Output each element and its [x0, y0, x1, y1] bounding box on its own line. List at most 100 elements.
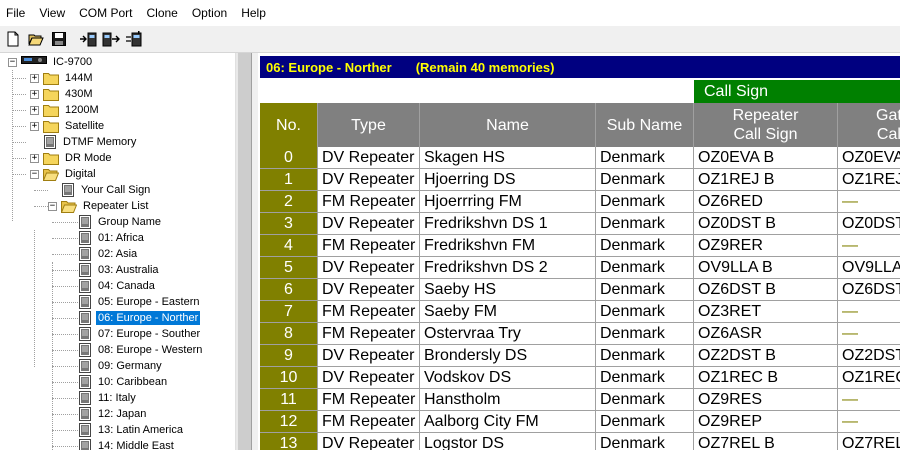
- cell-sub[interactable]: Denmark: [596, 323, 694, 345]
- cell-name[interactable]: Hanstholm: [420, 389, 596, 411]
- cell-name[interactable]: Fredrikshvn DS 2: [420, 257, 596, 279]
- row-number-cell[interactable]: 10: [260, 367, 318, 389]
- cell-sub[interactable]: Denmark: [596, 411, 694, 433]
- cell-sub[interactable]: Denmark: [596, 345, 694, 367]
- cell-type[interactable]: FM Repeater: [318, 411, 420, 433]
- new-file-button[interactable]: [2, 28, 24, 50]
- cell-sub[interactable]: Denmark: [596, 235, 694, 257]
- cell-rpt[interactable]: OZ0DST B: [694, 213, 838, 235]
- tree-item[interactable]: − Digital: [30, 166, 98, 182]
- cell-type[interactable]: DV Repeater: [318, 213, 420, 235]
- collapse-icon[interactable]: −: [30, 169, 39, 179]
- cell-type[interactable]: DV Repeater: [318, 279, 420, 301]
- column-header-gw[interactable]: Gat Cal: [838, 103, 900, 147]
- row-number-cell[interactable]: 4: [260, 235, 318, 257]
- cell-type[interactable]: DV Repeater: [318, 367, 420, 389]
- cell-name[interactable]: Saeby FM: [420, 301, 596, 323]
- tree-item[interactable]: 08: Europe - Western: [78, 342, 204, 358]
- cell-gw[interactable]: OZ0DST: [838, 213, 900, 235]
- cell-gw[interactable]: OZ1REJ: [838, 169, 900, 191]
- cell-gw[interactable]: OZ7REL: [838, 433, 900, 450]
- save-button[interactable]: [48, 28, 70, 50]
- cell-type[interactable]: FM Repeater: [318, 389, 420, 411]
- cell-type[interactable]: DV Repeater: [318, 147, 420, 169]
- cell-sub[interactable]: Denmark: [596, 367, 694, 389]
- cell-sub[interactable]: Denmark: [596, 301, 694, 323]
- tree-item[interactable]: 11: Italy: [78, 390, 138, 406]
- row-number-cell[interactable]: 5: [260, 257, 318, 279]
- cell-type[interactable]: FM Repeater: [318, 301, 420, 323]
- cell-rpt[interactable]: OZ6RED: [694, 191, 838, 213]
- tree-item[interactable]: Group Name: [78, 214, 163, 230]
- tree-item[interactable]: +144M: [30, 70, 95, 86]
- cell-name[interactable]: Ostervraa Try: [420, 323, 596, 345]
- tree-item[interactable]: + DR Mode: [30, 150, 113, 166]
- cell-sub[interactable]: Denmark: [596, 213, 694, 235]
- cell-gw[interactable]: —: [838, 389, 900, 411]
- tree-item[interactable]: Your Call Sign: [48, 182, 152, 198]
- cell-gw[interactable]: —: [838, 235, 900, 257]
- cell-sub[interactable]: Denmark: [596, 279, 694, 301]
- cell-sub[interactable]: Denmark: [596, 169, 694, 191]
- cell-name[interactable]: Saeby HS: [420, 279, 596, 301]
- expand-icon[interactable]: +: [30, 89, 39, 99]
- cell-rpt[interactable]: OZ9REP: [694, 411, 838, 433]
- row-number-cell[interactable]: 2: [260, 191, 318, 213]
- cell-type[interactable]: FM Repeater: [318, 323, 420, 345]
- menu-file[interactable]: File: [0, 0, 32, 26]
- cell-type[interactable]: FM Repeater: [318, 235, 420, 257]
- tree-item[interactable]: 02: Asia: [78, 246, 139, 262]
- column-header-no[interactable]: No.: [260, 103, 318, 147]
- column-header-rpt[interactable]: Repeater Call Sign: [694, 103, 838, 147]
- repeater-grid[interactable]: Call Sign No. Type Name Sub Name Repeater Cal…: [260, 78, 900, 450]
- tree-item[interactable]: 01: Africa: [78, 230, 146, 246]
- cell-rpt[interactable]: OZ0EVA B: [694, 147, 838, 169]
- tree-item[interactable]: − Repeater List: [48, 198, 150, 214]
- tree-item[interactable]: +430M: [30, 86, 95, 102]
- collapse-icon[interactable]: −: [48, 201, 57, 211]
- collapse-icon[interactable]: −: [8, 57, 17, 67]
- cell-rpt[interactable]: OZ1REC B: [694, 367, 838, 389]
- tree-item[interactable]: 07: Europe - Souther: [78, 326, 202, 342]
- expand-icon[interactable]: +: [30, 73, 39, 83]
- tree-item[interactable]: 13: Latin America: [78, 422, 185, 438]
- cell-gw[interactable]: OZ1REC: [838, 367, 900, 389]
- tree-item[interactable]: − IC-9700: [8, 54, 94, 70]
- cell-gw[interactable]: —: [838, 323, 900, 345]
- expand-icon[interactable]: +: [30, 153, 39, 163]
- tree-item[interactable]: +1200M: [30, 102, 101, 118]
- cell-rpt[interactable]: OZ6DST B: [694, 279, 838, 301]
- cell-sub[interactable]: Denmark: [596, 147, 694, 169]
- tree-item[interactable]: 06: Europe - Norther: [78, 310, 202, 326]
- row-number-cell[interactable]: 9: [260, 345, 318, 367]
- cell-rpt[interactable]: OZ9RER: [694, 235, 838, 257]
- tree-item[interactable]: 03: Australia: [78, 262, 161, 278]
- expand-icon[interactable]: +: [30, 121, 39, 131]
- cell-rpt[interactable]: OZ6ASR: [694, 323, 838, 345]
- cell-type[interactable]: FM Repeater: [318, 191, 420, 213]
- menu-help[interactable]: Help: [234, 0, 273, 26]
- cell-gw[interactable]: OV9LLA: [838, 257, 900, 279]
- menu-com-port[interactable]: COM Port: [72, 0, 139, 26]
- cell-name[interactable]: Skagen HS: [420, 147, 596, 169]
- cell-type[interactable]: DV Repeater: [318, 433, 420, 450]
- cell-gw[interactable]: —: [838, 191, 900, 213]
- write-to-radio-button[interactable]: [100, 28, 122, 50]
- menu-option[interactable]: Option: [185, 0, 234, 26]
- cell-gw[interactable]: —: [838, 301, 900, 323]
- expand-icon[interactable]: +: [30, 105, 39, 115]
- cell-rpt[interactable]: OZ3RET: [694, 301, 838, 323]
- tree-item[interactable]: + Satellite: [30, 118, 106, 134]
- tree-item[interactable]: 10: Caribbean: [78, 374, 169, 390]
- cell-name[interactable]: Fredrikshvn DS 1: [420, 213, 596, 235]
- cell-rpt[interactable]: OZ9RES: [694, 389, 838, 411]
- cell-rpt[interactable]: OZ7REL B: [694, 433, 838, 450]
- cell-type[interactable]: DV Repeater: [318, 257, 420, 279]
- cell-name[interactable]: Fredrikshvn FM: [420, 235, 596, 257]
- cell-name[interactable]: Hjoerrring FM: [420, 191, 596, 213]
- cell-type[interactable]: DV Repeater: [318, 169, 420, 191]
- memory-tree[interactable]: − IC-9700 +144M +430M +1200M + Satellite DTMF M…: [0, 53, 235, 450]
- tree-item[interactable]: 14: Middle East: [78, 438, 176, 450]
- cell-sub[interactable]: Denmark: [596, 191, 694, 213]
- tree-item[interactable]: 09: Germany: [78, 358, 164, 374]
